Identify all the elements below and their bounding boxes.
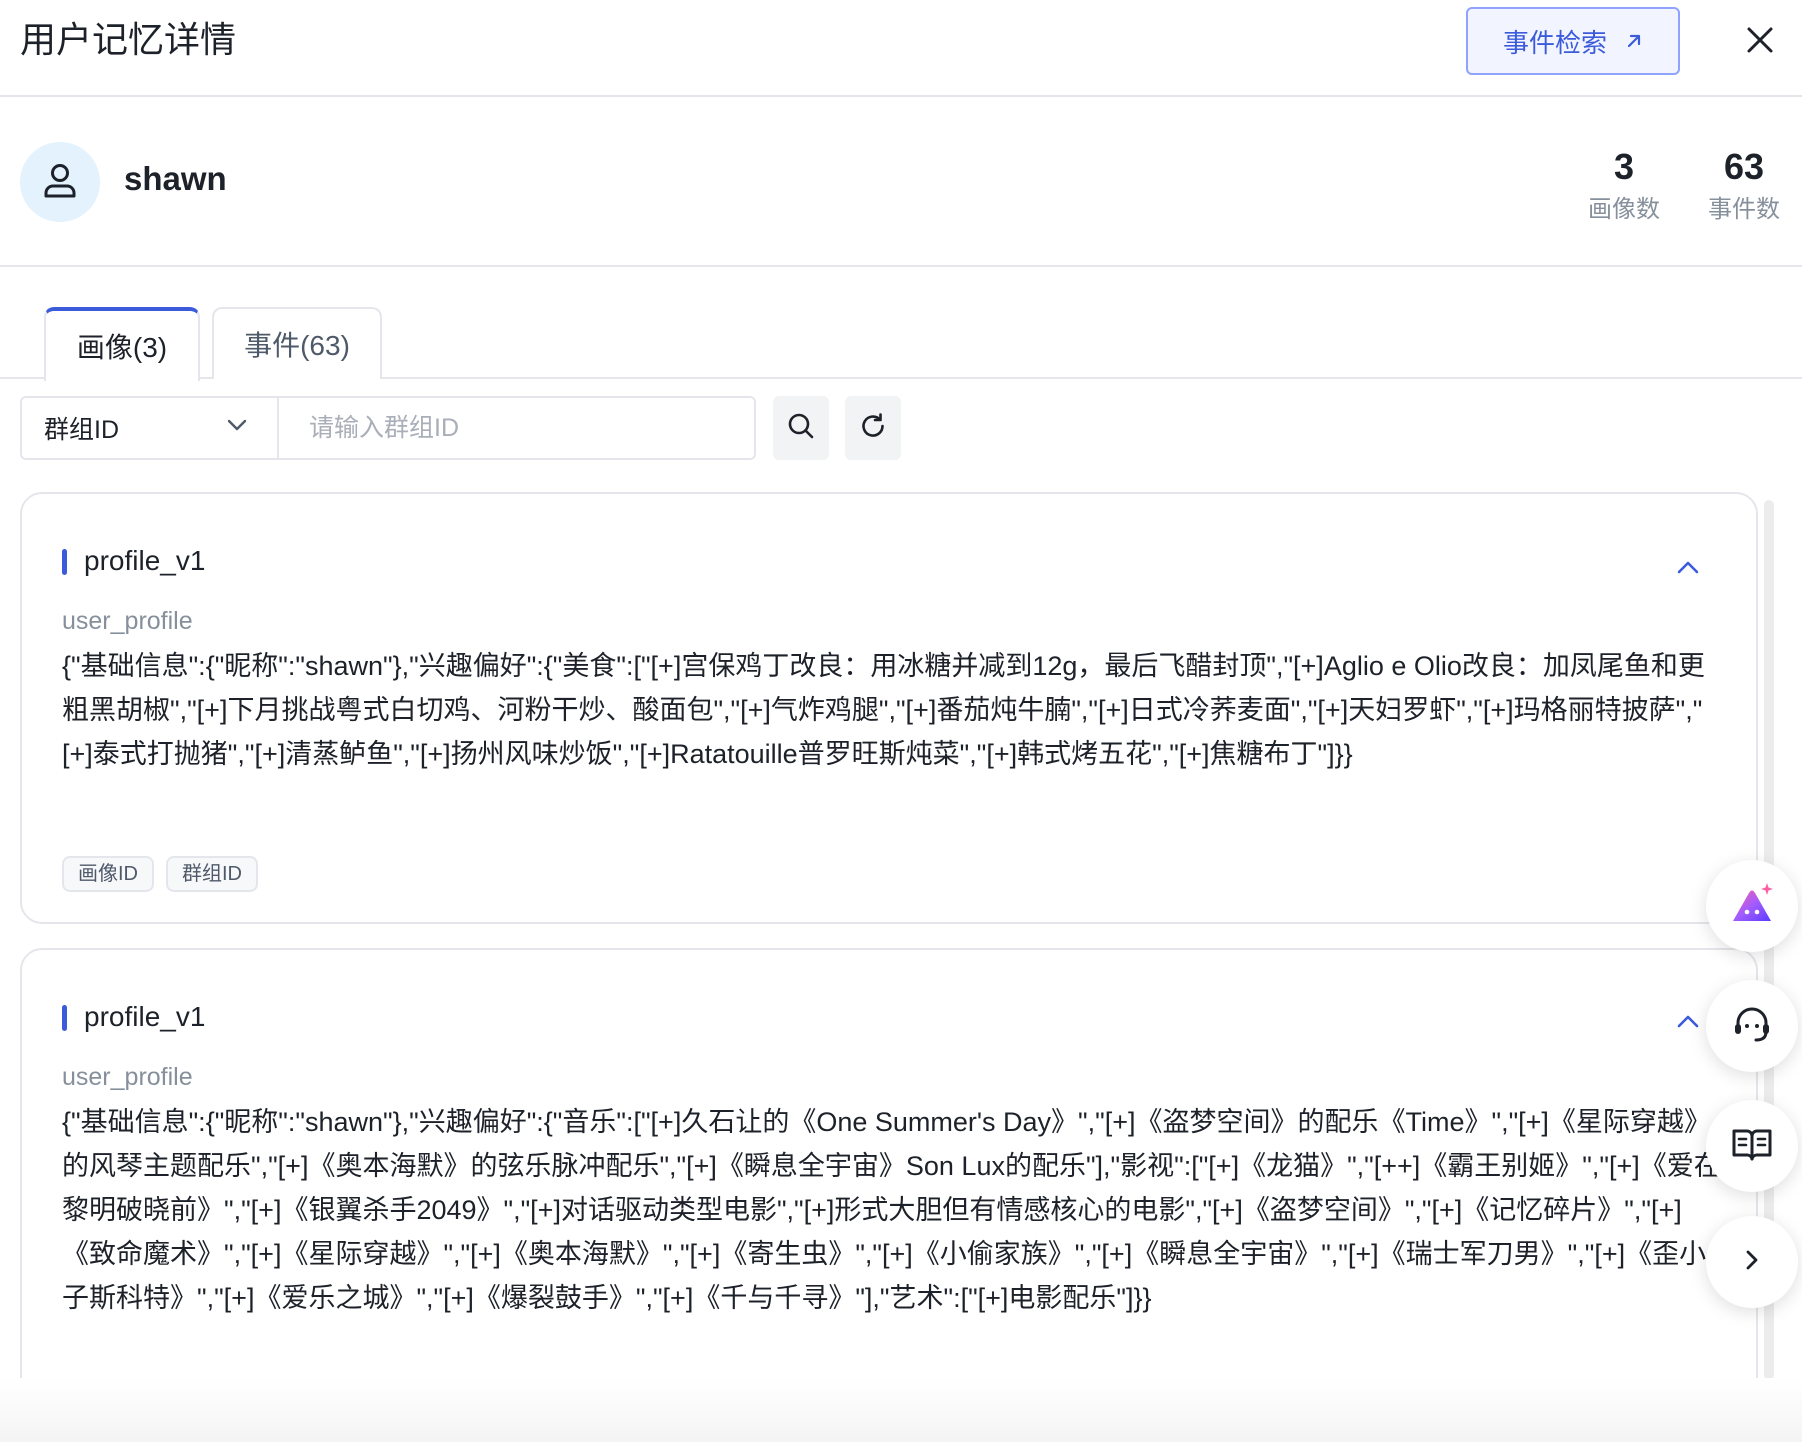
profile-card: profile_v1 user_profile {"基础信息":{"昵称":"s… — [20, 948, 1758, 1418]
event-count-label: 事件数 — [1708, 196, 1780, 223]
card-subtitle: user_profile — [62, 607, 193, 635]
expand-button[interactable] — [1706, 1216, 1798, 1308]
profile-count-value: 3 — [1613, 146, 1635, 187]
avatar — [20, 142, 100, 222]
tab-profiles[interactable]: 画像(3) — [44, 307, 200, 381]
page-title: 用户记忆详情 — [20, 19, 237, 60]
tab-events[interactable]: 事件(63) — [212, 307, 382, 379]
group-id-input[interactable] — [278, 396, 756, 460]
profile-id-tag[interactable]: 画像ID — [62, 856, 154, 892]
arrow-up-right-icon — [1625, 26, 1643, 57]
ai-assistant-icon — [1727, 879, 1777, 934]
card-subtitle: user_profile — [62, 1063, 193, 1091]
profile-count-label: 画像数 — [1588, 196, 1660, 223]
user-memory-detail-panel: 用户记忆详情 事件检索 shawn 3 画像数 63 事件数 画像(3) 事件(… — [0, 0, 1802, 1442]
group-id-select-value: 群组ID — [44, 416, 120, 444]
chevron-down-icon — [225, 413, 249, 444]
chevron-up-icon[interactable] — [1668, 1002, 1708, 1042]
bottom-fade — [0, 1378, 1802, 1442]
event-count-value: 63 — [1723, 146, 1765, 187]
profile-card: profile_v1 user_profile {"基础信息":{"昵称":"s… — [20, 492, 1758, 924]
open-book-icon — [1730, 1122, 1774, 1171]
docs-button[interactable] — [1706, 1100, 1798, 1192]
support-button[interactable] — [1706, 980, 1798, 1072]
group-id-tag[interactable]: 群组ID — [166, 856, 258, 892]
group-id-select[interactable]: 群组ID — [20, 396, 278, 460]
username: shawn — [124, 160, 227, 197]
event-search-label: 事件检索 — [1502, 27, 1607, 58]
event-count-stat: 63 事件数 — [1694, 145, 1794, 225]
profile-count-stat: 3 画像数 — [1574, 145, 1674, 225]
refresh-button[interactable] — [845, 396, 901, 460]
search-button[interactable] — [773, 396, 829, 460]
user-icon — [40, 160, 80, 205]
card-title: profile_v1 — [62, 1000, 205, 1034]
panel-header: 用户记忆详情 事件检索 — [0, 0, 1802, 97]
search-icon — [786, 411, 816, 446]
chevron-right-icon — [1738, 1246, 1766, 1279]
card-title: profile_v1 — [62, 544, 205, 578]
ai-assistant-button[interactable] — [1706, 860, 1798, 952]
headset-icon — [1730, 1002, 1774, 1051]
chevron-up-icon[interactable] — [1668, 548, 1708, 588]
card-content: {"基础信息":{"昵称":"shawn"},"兴趣偏好":{"音乐":["[+… — [62, 1107, 1721, 1313]
refresh-icon — [858, 411, 888, 446]
tab-bar: 画像(3) 事件(63) — [0, 267, 1802, 381]
card-content: {"基础信息":{"昵称":"shawn"},"兴趣偏好":{"美食":["[+… — [62, 651, 1705, 769]
event-search-button[interactable]: 事件检索 — [1466, 7, 1680, 75]
user-summary: shawn 3 画像数 63 事件数 — [0, 97, 1802, 267]
close-icon[interactable] — [1740, 20, 1780, 60]
